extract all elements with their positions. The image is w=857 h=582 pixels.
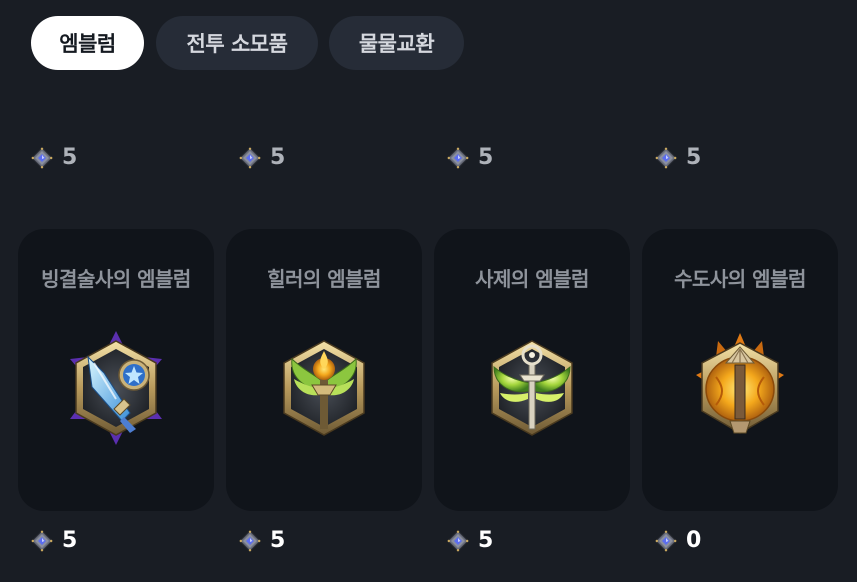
monk-emblem-icon [696,333,784,434]
price-value: 5 [270,145,286,170]
item-price: 5 [447,144,493,172]
item-price: 0 [655,527,701,555]
gem-currency-icon [239,147,261,169]
price-value: 5 [686,145,702,170]
frost-mage-emblem-icon [70,331,162,445]
emblem-name: 수도사의 엠블럼 [674,267,806,291]
tab-emblem[interactable]: 엠블럼 [31,16,144,70]
emblem-card-healer[interactable]: 힐러의 엠블럼 [226,229,422,511]
price-value: 5 [270,528,286,553]
gem-currency-icon [655,530,677,552]
item-price: 5 [447,527,493,555]
tab-label: 물물교환 [358,32,435,56]
gem-currency-icon [239,530,261,552]
tab-combat-consumables[interactable]: 전투 소모품 [156,16,318,70]
emblem-shop-panel: 엠블럼 전투 소모품 물물교환 5 5 5 5 빙결술사의 엠블럼 5 힐러의 … [0,0,857,582]
gem-currency-icon [447,147,469,169]
item-price: 5 [31,527,77,555]
price-value: 5 [62,528,78,553]
tab-label: 엠블럼 [59,32,116,56]
gem-currency-icon [447,530,469,552]
gem-currency-icon [31,147,53,169]
emblem-card-priest[interactable]: 사제의 엠블럼 [434,229,630,511]
priest-emblem-icon [491,340,573,436]
item-price: 5 [239,144,285,172]
price-value: 5 [478,528,494,553]
item-price: 5 [655,144,701,172]
gem-currency-icon [655,147,677,169]
item-price: 5 [239,527,285,555]
tab-label: 전투 소모품 [186,32,288,56]
emblem-name: 빙결술사의 엠블럼 [41,267,191,291]
price-value: 5 [478,145,494,170]
emblem-card-frost-mage[interactable]: 빙결술사의 엠블럼 [18,229,214,511]
emblem-card-monk[interactable]: 수도사의 엠블럼 [642,229,838,511]
gem-currency-icon [31,530,53,552]
item-price: 5 [31,144,77,172]
emblem-name: 힐러의 엠블럼 [267,267,381,291]
price-value: 0 [686,528,702,553]
healer-emblem-icon [283,340,365,436]
price-value: 5 [62,145,78,170]
tab-barter[interactable]: 물물교환 [329,16,464,70]
emblem-name: 사제의 엠블럼 [475,267,589,291]
